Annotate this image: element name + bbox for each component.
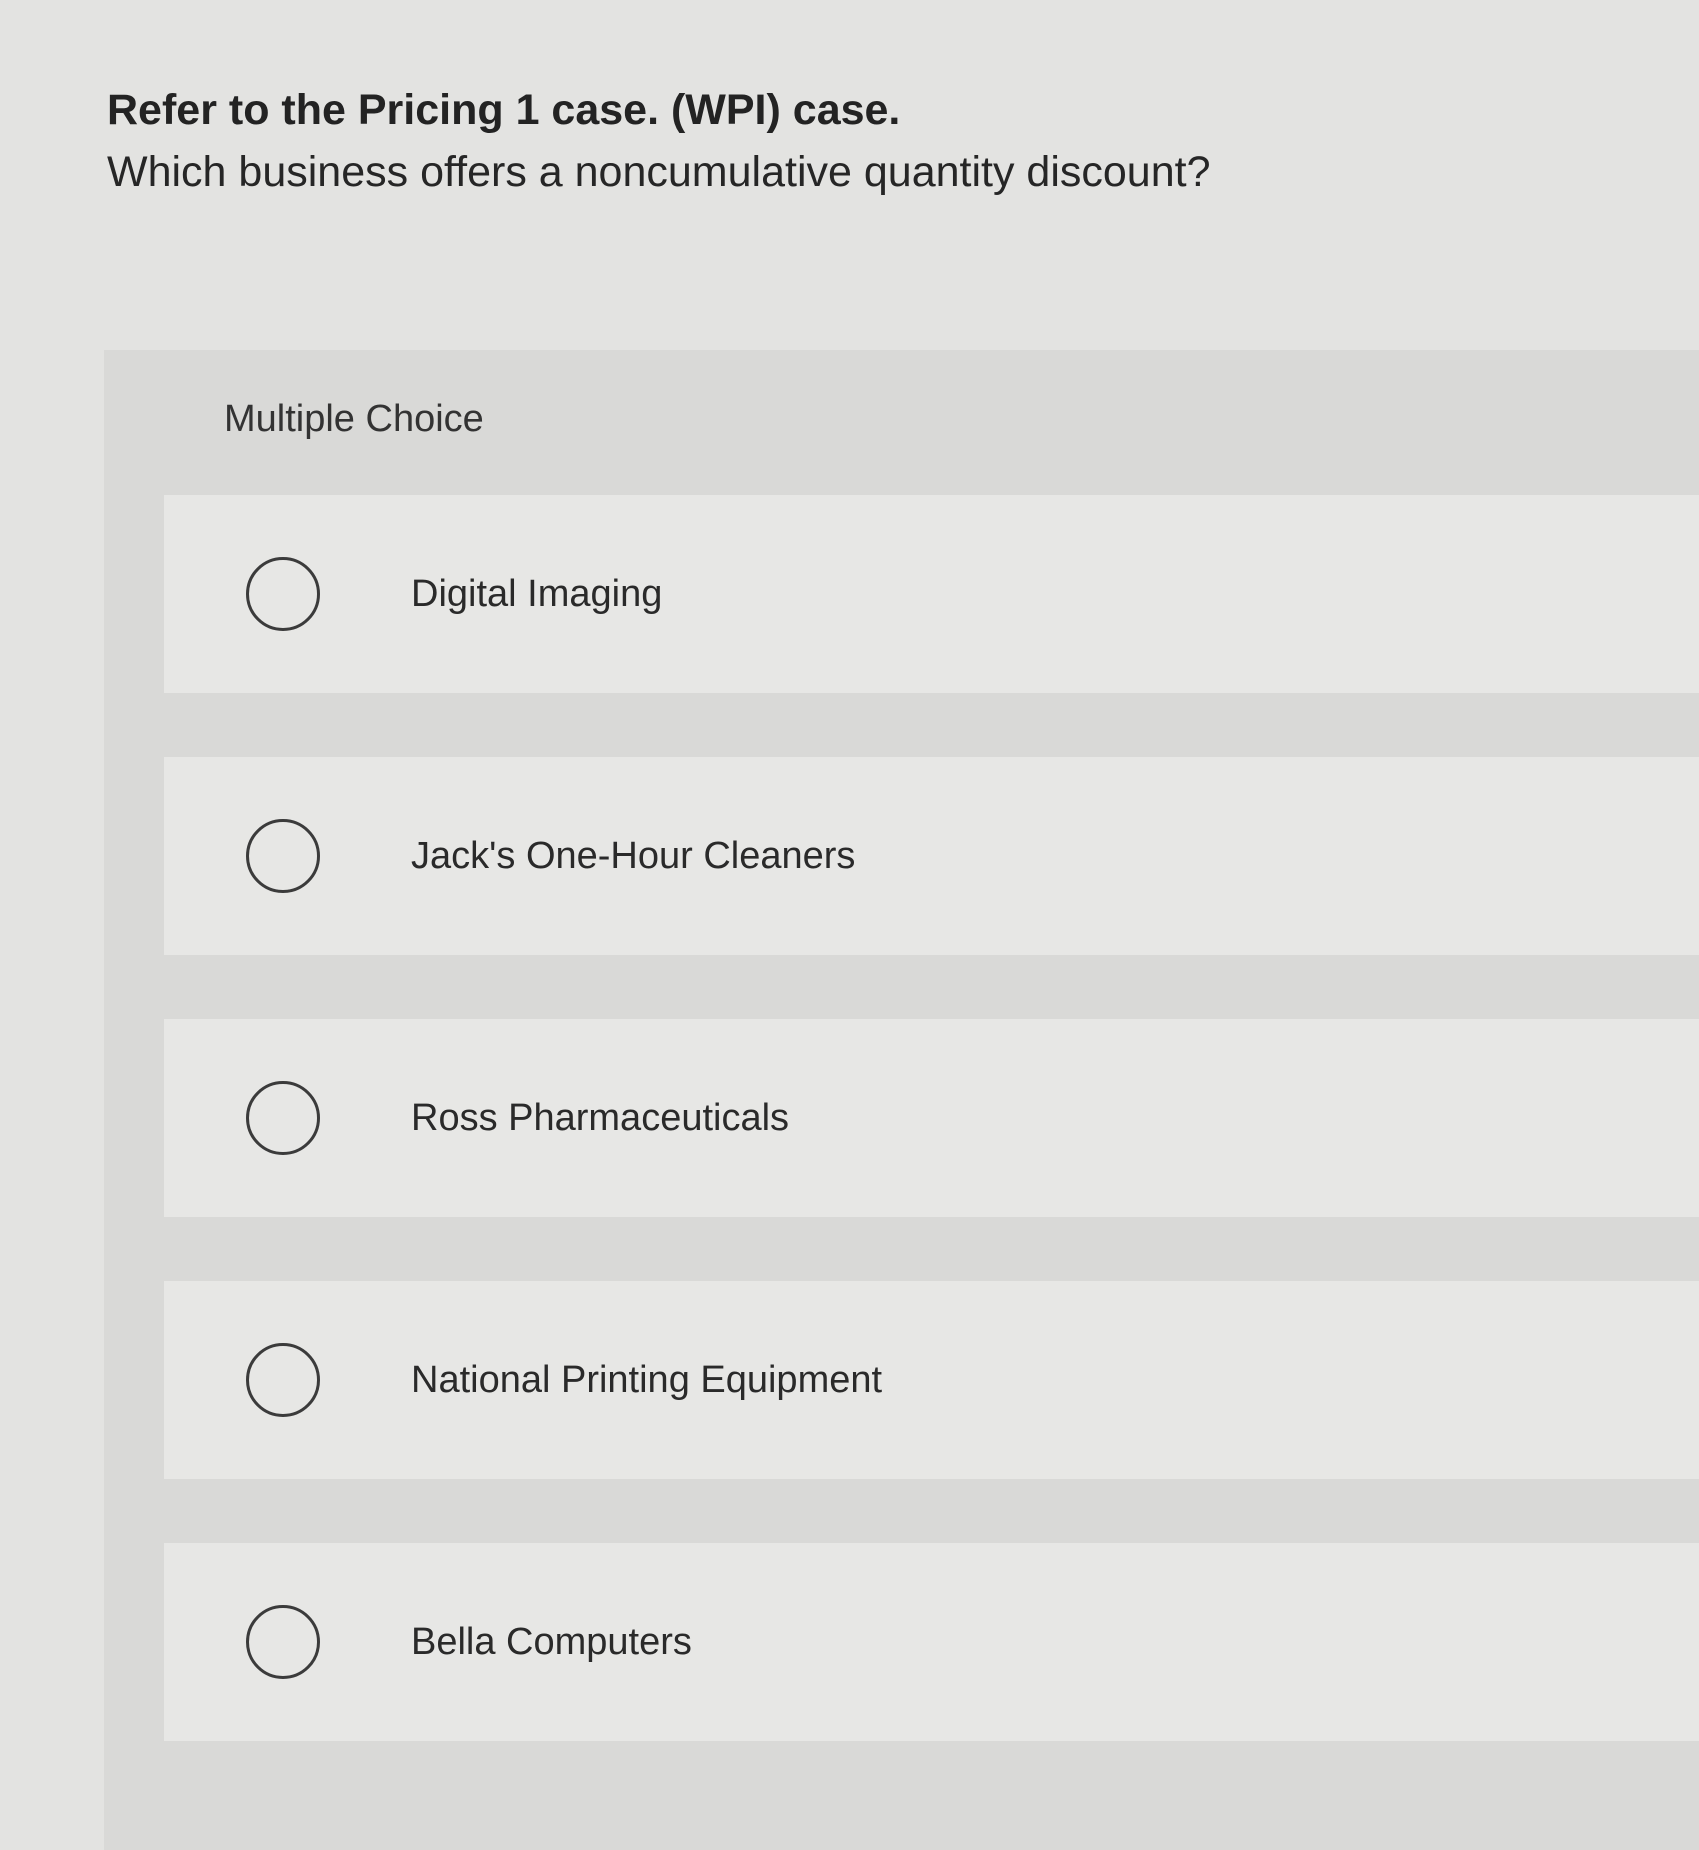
options-list: Digital Imaging Jack's One-Hour Cleaners… — [164, 495, 1699, 1805]
question-text: Which business offers a noncumulative qu… — [107, 148, 1211, 196]
option-label: Bella Computers — [411, 1620, 692, 1663]
multiple-choice-header: Multiple Choice — [224, 398, 484, 440]
radio-button-icon[interactable] — [246, 1605, 320, 1679]
option-national-printing-equipment[interactable]: National Printing Equipment — [164, 1281, 1699, 1479]
option-label: National Printing Equipment — [411, 1358, 883, 1401]
option-label: Digital Imaging — [411, 572, 663, 615]
option-ross-pharmaceuticals[interactable]: Ross Pharmaceuticals — [164, 1019, 1699, 1217]
multiple-choice-panel: Multiple Choice Digital Imaging Jack's O… — [104, 350, 1699, 1850]
radio-button-icon[interactable] — [246, 1343, 320, 1417]
option-label: Jack's One-Hour Cleaners — [411, 834, 856, 877]
option-bella-computers[interactable]: Bella Computers — [164, 1543, 1699, 1741]
radio-button-icon[interactable] — [246, 557, 320, 631]
option-digital-imaging[interactable]: Digital Imaging — [164, 495, 1699, 693]
radio-button-icon[interactable] — [246, 819, 320, 893]
radio-button-icon[interactable] — [246, 1081, 320, 1155]
question-title: Refer to the Pricing 1 case. (WPI) case. — [107, 86, 901, 134]
option-label: Ross Pharmaceuticals — [411, 1096, 790, 1139]
option-jacks-one-hour-cleaners[interactable]: Jack's One-Hour Cleaners — [164, 757, 1699, 955]
question-block: Refer to the Pricing 1 case. (WPI) case.… — [107, 82, 1607, 200]
